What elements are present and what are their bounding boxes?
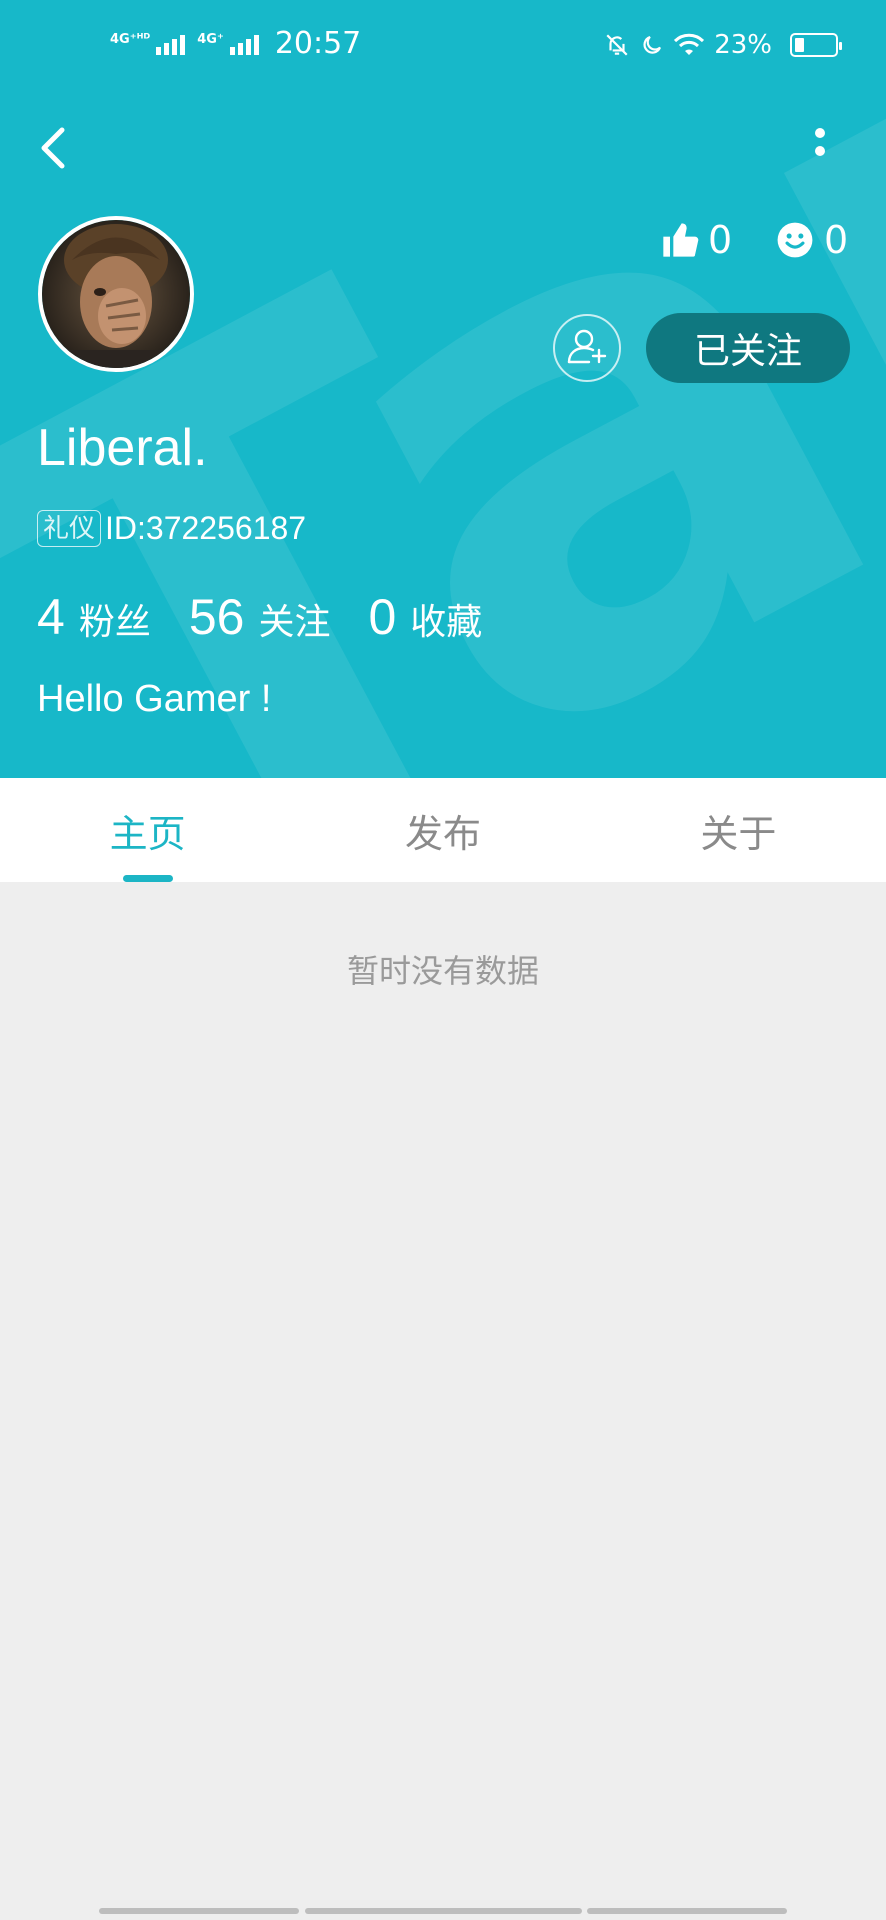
- avatar[interactable]: [38, 216, 194, 372]
- tab-posts[interactable]: 发布: [295, 778, 590, 882]
- battery-icon: [790, 33, 842, 57]
- empty-state-message: 暂时没有数据: [346, 952, 539, 990]
- status-left: 4G⁺ᴴᴰ 4G⁺ 20:57: [110, 26, 361, 61]
- mood-counter[interactable]: 0: [776, 218, 848, 262]
- likes-counter[interactable]: 0: [660, 218, 732, 262]
- likes-count: 0: [708, 218, 733, 262]
- add-friend-button[interactable]: [553, 314, 621, 382]
- user-id-row: 礼仪 ID:372256187: [37, 510, 307, 548]
- profile-tabs: 主页 发布 关于: [0, 778, 886, 882]
- stat-favorites[interactable]: 0 收藏: [368, 588, 482, 646]
- moon-icon: [643, 35, 662, 54]
- nav-segment-right[interactable]: [587, 1908, 787, 1914]
- stats-row: 4 粉丝 56 关注 0 收藏: [37, 588, 520, 646]
- add-user-icon: [567, 329, 607, 364]
- gesture-nav-bar[interactable]: [0, 1908, 886, 1914]
- more-options-icon[interactable]: [800, 120, 840, 180]
- user-id: ID:372256187: [105, 510, 307, 547]
- back-arrow-icon[interactable]: [32, 120, 76, 180]
- signal-icon-1: 4G⁺ᴴᴰ: [110, 33, 186, 55]
- thumbs-up-icon: [663, 223, 699, 257]
- smiley-icon: [777, 222, 813, 258]
- mood-count: 0: [824, 218, 849, 262]
- user-bio: Hello Gamer !: [37, 678, 272, 720]
- stat-following[interactable]: 56 关注: [189, 588, 331, 646]
- signal-icon-2: 4G⁺: [197, 33, 259, 55]
- wifi-icon: [674, 33, 705, 55]
- battery-percent: 23%: [714, 30, 772, 60]
- status-time: 20:57: [274, 26, 362, 61]
- status-bar: 4G⁺ᴴᴰ 4G⁺ 20:57 23%: [0, 0, 886, 100]
- username: Liberal.: [37, 419, 208, 477]
- nav-segment-left[interactable]: [99, 1908, 299, 1914]
- nav-segment-middle[interactable]: [305, 1908, 582, 1914]
- followed-button[interactable]: 已关注: [646, 313, 850, 383]
- mute-bell-icon: [606, 34, 628, 56]
- stat-fans[interactable]: 4 粉丝: [37, 588, 151, 646]
- tab-home[interactable]: 主页: [0, 778, 295, 882]
- tab-about[interactable]: 关于: [591, 778, 886, 882]
- profile-header: Tap 4G⁺ᴴᴰ 4G⁺ 20:57 23% 0 0 已关注 Liberal.…: [0, 0, 886, 778]
- user-badge: 礼仪: [37, 510, 102, 548]
- status-right: 23%: [604, 30, 842, 60]
- active-tab-indicator: [122, 875, 173, 882]
- header-watermark: Tap: [0, 0, 886, 778]
